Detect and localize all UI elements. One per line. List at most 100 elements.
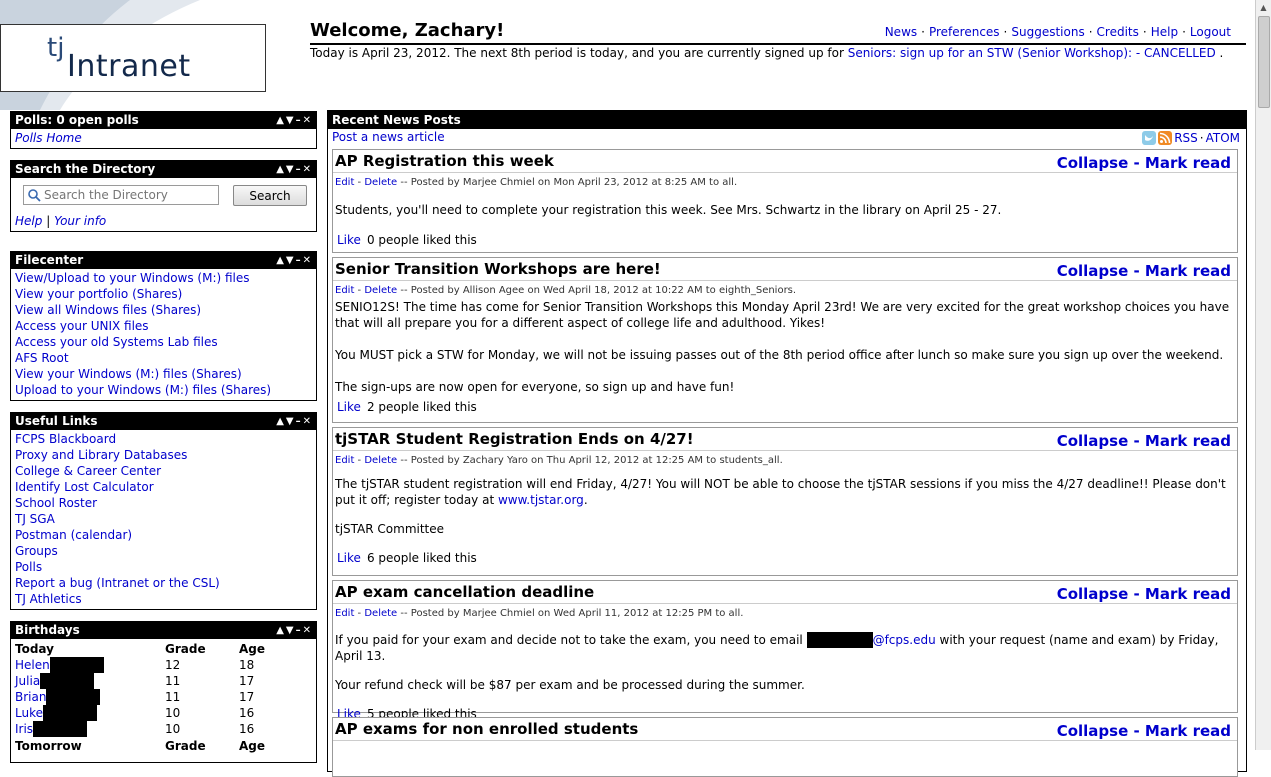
filecenter-link[interactable]: AFS Root (15, 350, 312, 366)
useful-link[interactable]: Report a bug (Intranet or the CSL) (15, 575, 312, 591)
delete-link[interactable]: Delete (364, 177, 397, 188)
useful-link[interactable]: Identify Lost Calculator (15, 479, 312, 495)
filecenter-link[interactable]: View/Upload to your Windows (M:) files (15, 270, 312, 286)
logo-intranet-text: Intranet (67, 49, 191, 84)
news-post: Senior Transition Workshops are here! Co… (332, 257, 1238, 423)
delete-link[interactable]: Delete (364, 285, 397, 296)
filecenter-title-text: Filecenter (15, 253, 84, 267)
like-link[interactable]: Like (337, 233, 361, 247)
collapse-link[interactable]: Collapse (1057, 722, 1129, 740)
birthday-name-link[interactable]: Brian (15, 690, 46, 704)
collapse-link[interactable]: Collapse (1057, 262, 1129, 280)
like-link[interactable]: Like (337, 400, 361, 414)
mark-read-link[interactable]: Mark read (1145, 585, 1231, 603)
rss-icon[interactable] (1158, 131, 1173, 145)
twitter-icon[interactable] (1142, 131, 1157, 145)
intranet-logo[interactable]: tj Intranet (0, 24, 266, 92)
atom-link[interactable]: ATOM (1206, 131, 1240, 145)
birthday-name-link[interactable]: Helen (15, 658, 50, 672)
grade-cell: 10 (165, 722, 181, 736)
your-info-link[interactable]: Your info (54, 214, 106, 228)
nav-separator: · (1003, 25, 1008, 39)
nav-logout[interactable]: Logout (1190, 25, 1231, 39)
rss-link[interactable]: RSS (1174, 131, 1198, 145)
collapse-link[interactable]: Collapse (1057, 432, 1129, 450)
useful-link[interactable]: College & Career Center (15, 463, 312, 479)
useful-link[interactable]: FCPS Blackboard (15, 431, 312, 447)
polls-box-title: Polls: 0 open polls ▲▼–✕ (11, 112, 316, 129)
useful-link[interactable]: TJ SGA (15, 511, 312, 527)
signup-activity-link[interactable]: Seniors: sign up for an STW (Senior Work… (848, 46, 1216, 60)
post-paragraph: If you paid for your exam and decide not… (335, 632, 1235, 664)
action-separator: - (1128, 722, 1145, 740)
status-text: Today is April 23, 2012. The next 8th pe… (310, 46, 848, 60)
age-cell: 16 (239, 722, 255, 736)
action-separator: - (1128, 585, 1145, 603)
nav-preferences[interactable]: Preferences (929, 25, 1000, 39)
box-controls-icon[interactable]: ▲▼–✕ (276, 622, 313, 639)
like-link[interactable]: Like (337, 551, 361, 565)
directory-search-input[interactable] (23, 185, 219, 205)
edit-link[interactable]: Edit (335, 177, 354, 188)
birthday-name-link[interactable]: Iris (15, 722, 33, 736)
box-controls-icon[interactable]: ▲▼–✕ (276, 161, 313, 178)
post-meta-text: -- Posted by Allison Agee on Wed April 1… (397, 285, 797, 296)
mark-read-link[interactable]: Mark read (1145, 262, 1231, 280)
news-panel: Recent News Posts Post a news article RS… (327, 110, 1247, 777)
page-scrollbar[interactable]: ▲ (1255, 0, 1271, 750)
collapse-link[interactable]: Collapse (1057, 585, 1129, 603)
nav-news[interactable]: News (885, 25, 917, 39)
collapse-link[interactable]: Collapse (1057, 154, 1129, 172)
mark-read-link[interactable]: Mark read (1145, 154, 1231, 172)
like-count: 2 people liked this (366, 400, 477, 414)
filecenter-link[interactable]: Access your UNIX files (15, 318, 312, 334)
filecenter-link[interactable]: Upload to your Windows (M:) files (Share… (15, 382, 312, 398)
news-panel-title: Recent News Posts (328, 111, 1246, 129)
box-controls-icon[interactable]: ▲▼–✕ (276, 413, 313, 430)
directory-search-button[interactable]: Search (233, 185, 307, 206)
nav-suggestions[interactable]: Suggestions (1011, 25, 1084, 39)
scroll-up-icon[interactable]: ▲ (1256, 0, 1271, 15)
post-text: . (583, 493, 588, 507)
birthday-name-link[interactable]: Julia (15, 674, 40, 688)
useful-link[interactable]: Polls (15, 559, 312, 575)
directory-box-title: Search the Directory ▲▼–✕ (11, 161, 316, 178)
edit-link[interactable]: Edit (335, 455, 354, 466)
nav-credits[interactable]: Credits (1097, 25, 1139, 39)
delete-link[interactable]: Delete (364, 608, 397, 619)
useful-link[interactable]: Proxy and Library Databases (15, 447, 312, 463)
useful-link[interactable]: School Roster (15, 495, 312, 511)
nav-separator: · (921, 25, 925, 39)
birthdays-table: Today Grade Age Helen 12 18 Julia 11 17 … (15, 640, 312, 754)
filecenter-link[interactable]: View all Windows files (Shares) (15, 302, 312, 318)
edit-link[interactable]: Edit (335, 285, 354, 296)
mark-read-link[interactable]: Mark read (1145, 432, 1231, 450)
tjstar-link[interactable]: www.tjstar.org (498, 493, 584, 507)
directory-help-link[interactable]: Help (15, 214, 42, 228)
post-text: If you paid for your exam and decide not… (335, 633, 807, 647)
useful-link[interactable]: TJ Athletics (15, 591, 312, 607)
email-link[interactable]: @fcps.edu (873, 633, 936, 647)
filecenter-link[interactable]: View your portfolio (Shares) (15, 286, 312, 302)
box-controls-icon[interactable]: ▲▼–✕ (276, 252, 313, 269)
mark-read-link[interactable]: Mark read (1145, 722, 1231, 740)
grade-cell: 11 (165, 690, 181, 704)
directory-title-text: Search the Directory (15, 162, 156, 176)
redacted-block (33, 721, 88, 737)
filecenter-link[interactable]: Access your old Systems Lab files (15, 334, 312, 350)
box-controls-icon[interactable]: ▲▼–✕ (276, 112, 313, 129)
edit-link[interactable]: Edit (335, 608, 354, 619)
filecenter-link[interactable]: View your Windows (M:) files (Shares) (15, 366, 312, 382)
birthday-name-link[interactable]: Luke (15, 706, 43, 720)
age-cell: 17 (239, 690, 255, 704)
nav-help[interactable]: Help (1151, 25, 1178, 39)
delete-link[interactable]: Delete (364, 455, 397, 466)
post-news-article-link[interactable]: Post a news article (332, 130, 445, 144)
useful-link[interactable]: Groups (15, 543, 312, 559)
redacted-block (46, 689, 101, 705)
scroll-thumb[interactable] (1258, 16, 1270, 108)
action-separator: - (1128, 262, 1145, 280)
useful-link[interactable]: Postman (calendar) (15, 527, 312, 543)
nav-separator: · (1088, 25, 1093, 39)
polls-home-link[interactable]: Polls Home (15, 130, 312, 146)
